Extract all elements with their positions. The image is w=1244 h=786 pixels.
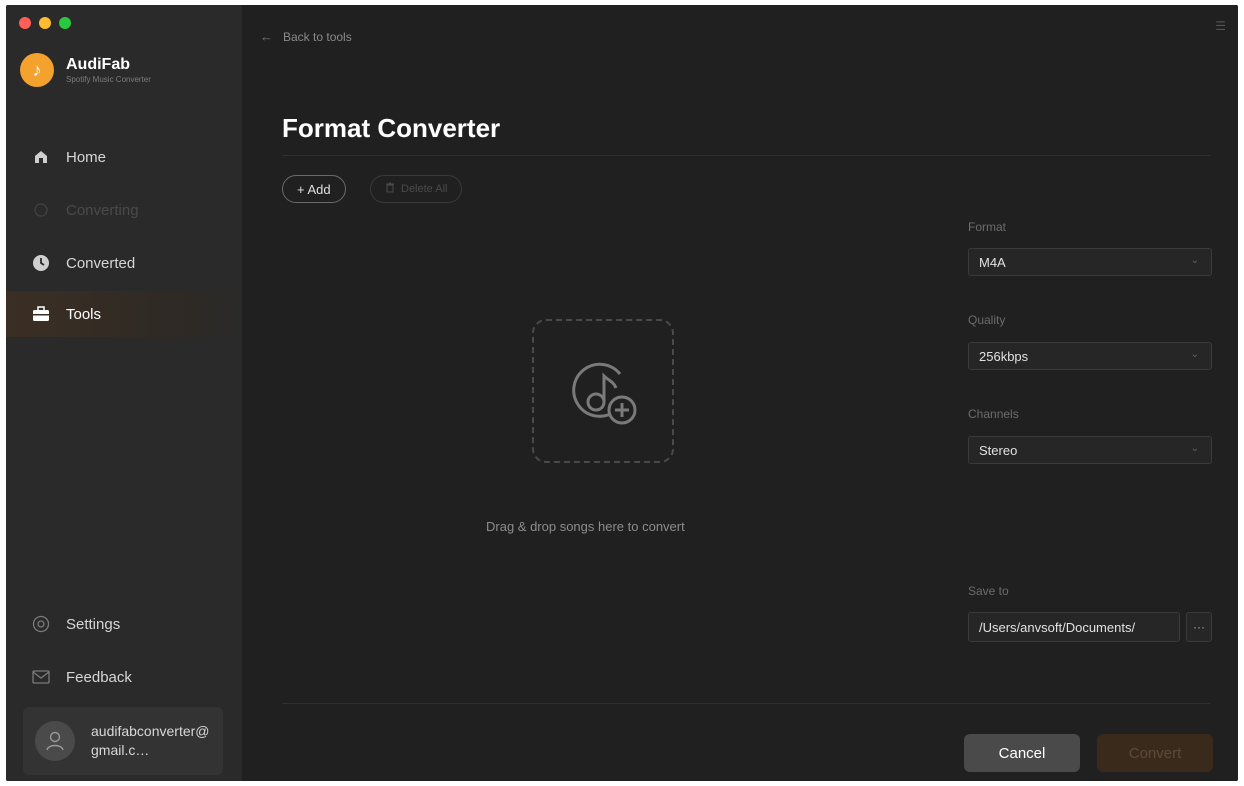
- save-to-path-field[interactable]: /Users/anvsoft/Documents/: [968, 612, 1180, 642]
- save-to-label: Save to: [968, 584, 1009, 598]
- sidebar-item-converting[interactable]: Converting: [6, 187, 242, 233]
- menu-icon[interactable]: ☰: [1215, 19, 1226, 33]
- delete-all-button[interactable]: Delete All: [370, 175, 463, 203]
- channels-value: Stereo: [979, 442, 1018, 458]
- sidebar: ♪ AudiFab Spotify Music Converter Home C…: [6, 5, 242, 781]
- close-window-button[interactable]: [19, 17, 31, 29]
- gear-icon: [30, 613, 52, 635]
- app-window: ♪ AudiFab Spotify Music Converter Home C…: [6, 5, 1238, 781]
- sidebar-item-label: Converted: [66, 254, 136, 272]
- sidebar-item-tools[interactable]: Tools: [6, 291, 242, 337]
- zoom-window-button[interactable]: [59, 17, 71, 29]
- delete-all-label: Delete All: [401, 183, 448, 195]
- back-to-tools-link[interactable]: ← Back to tools: [260, 29, 352, 44]
- avatar: [35, 721, 75, 761]
- cancel-button[interactable]: Cancel: [964, 734, 1080, 772]
- trash-icon: [385, 182, 395, 196]
- format-label: Format: [968, 220, 1007, 234]
- clock-icon: [30, 252, 52, 274]
- channels-label: Channels: [968, 407, 1019, 421]
- add-button[interactable]: + Add: [282, 175, 346, 203]
- sidebar-item-label: Settings: [66, 615, 121, 633]
- sidebar-item-home[interactable]: Home: [6, 134, 242, 180]
- brand: ♪ AudiFab Spotify Music Converter: [20, 53, 151, 87]
- main-panel: ← Back to tools ☰ Format Converter + Add…: [242, 5, 1238, 781]
- quality-select[interactable]: 256kbps ⌄: [968, 342, 1212, 370]
- drop-zone[interactable]: [532, 319, 674, 463]
- drop-hint: Drag & drop songs here to convert: [486, 519, 685, 534]
- app-logo-icon: ♪: [20, 53, 54, 87]
- user-email: audifabconverter@gmail.c…: [91, 723, 210, 758]
- format-select[interactable]: M4A ⌄: [968, 248, 1212, 276]
- quality-label: Quality: [968, 313, 1006, 327]
- window-controls: [19, 17, 71, 29]
- sidebar-item-label: Converting: [66, 201, 139, 219]
- add-music-icon: [572, 362, 637, 425]
- arrow-left-icon: ←: [260, 29, 273, 44]
- sidebar-item-label: Feedback: [66, 668, 132, 686]
- app-name: AudiFab: [66, 55, 130, 73]
- divider: [282, 703, 1210, 704]
- page-title: Format Converter: [282, 113, 501, 143]
- format-value: M4A: [979, 254, 1006, 270]
- sidebar-item-label: Tools: [66, 305, 102, 323]
- app-subtitle: Spotify Music Converter: [66, 74, 151, 84]
- divider: [282, 155, 1210, 156]
- chevron-down-icon: ⌄: [1190, 349, 1199, 360]
- chevron-down-icon: ⌄: [1190, 255, 1199, 266]
- back-label: Back to tools: [283, 29, 352, 44]
- sidebar-item-converted[interactable]: Converted: [6, 240, 242, 286]
- sidebar-item-label: Home: [66, 148, 107, 166]
- minimize-window-button[interactable]: [39, 17, 51, 29]
- browse-folder-button[interactable]: ···: [1186, 612, 1212, 642]
- toolbox-icon: [30, 303, 52, 325]
- chevron-down-icon: ⌄: [1190, 443, 1199, 454]
- convert-button[interactable]: Convert: [1097, 734, 1213, 772]
- home-icon: [30, 146, 52, 168]
- sidebar-item-settings[interactable]: Settings: [6, 601, 242, 647]
- brand-text: AudiFab Spotify Music Converter: [66, 56, 151, 85]
- channels-select[interactable]: Stereo ⌄: [968, 436, 1212, 464]
- user-account-card[interactable]: audifabconverter@gmail.c…: [23, 707, 223, 775]
- mail-icon: [30, 666, 52, 688]
- sidebar-item-feedback[interactable]: Feedback: [6, 654, 242, 700]
- converting-icon: [30, 199, 52, 221]
- quality-value: 256kbps: [979, 348, 1029, 364]
